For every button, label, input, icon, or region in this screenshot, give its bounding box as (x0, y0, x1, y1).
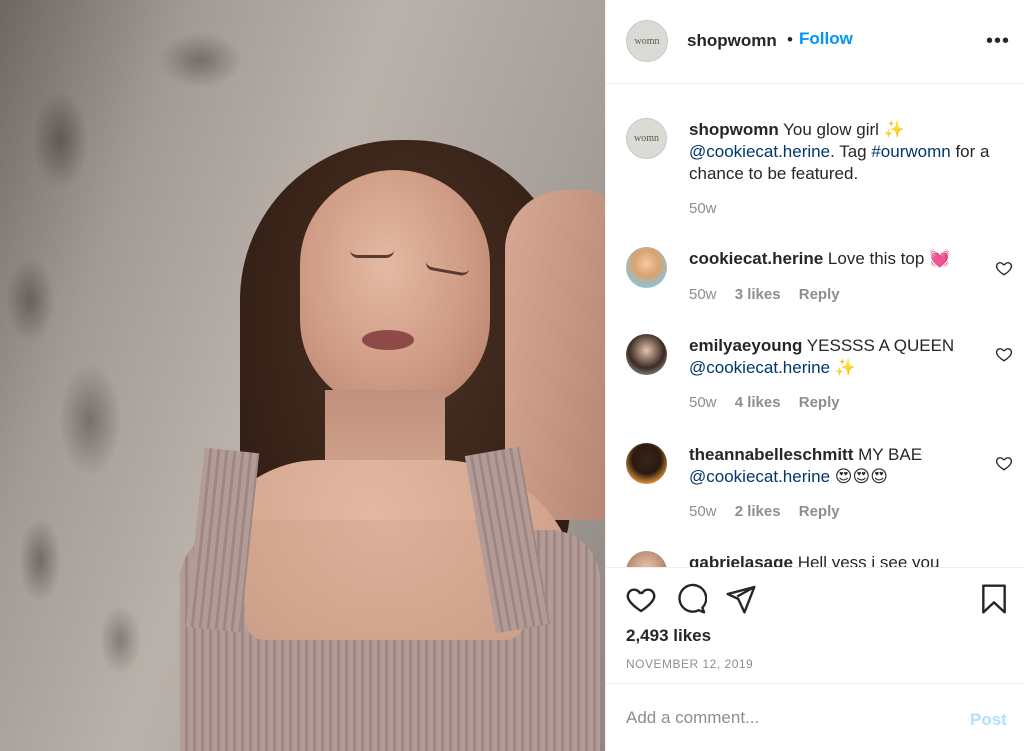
avatar-logo-text: womn (634, 35, 660, 47)
commenter-avatar[interactable] (626, 443, 667, 484)
comment-likes[interactable]: 2 likes (735, 503, 781, 520)
account-avatar[interactable]: womn (626, 20, 668, 62)
avatar-logo-text: womn (634, 133, 659, 144)
comment-meta: 50w 4 likes Reply (689, 394, 854, 411)
photo-lips (362, 330, 414, 350)
comment-text: cookiecat.herine Love this top 💓 (689, 248, 1014, 270)
comment-likes[interactable]: 3 likes (735, 286, 781, 303)
post-sidebar: womn shopwomn • Follow ••• womn shopwomn… (605, 0, 1024, 751)
comment-username[interactable]: cookiecat.herine (689, 249, 823, 268)
comment-mention[interactable]: @cookiecat.herine (689, 467, 830, 486)
reply-button[interactable]: Reply (799, 286, 840, 303)
comment-time[interactable]: 50w (689, 286, 717, 303)
post-date[interactable]: NOVEMBER 12, 2019 (626, 657, 753, 671)
commenter-avatar[interactable] (626, 334, 667, 375)
comment-body-2: ✨ (830, 358, 856, 377)
bookmark-icon[interactable] (978, 582, 1010, 616)
reply-button[interactable]: Reply (799, 503, 840, 520)
caption-body: You glow girl ✨ (783, 120, 905, 139)
heart-icon[interactable] (995, 454, 1013, 472)
post-photo[interactable] (0, 0, 605, 751)
photo-eye-left (350, 250, 394, 258)
comment-username[interactable]: gabrielasage (689, 553, 793, 567)
comment-username[interactable]: emilyaeyoung (689, 336, 802, 355)
separator-dot: • (787, 30, 793, 49)
comments-list[interactable]: womn shopwomn You glow girl ✨ @cookiecat… (606, 85, 1024, 567)
comment-time[interactable]: 50w (689, 503, 717, 520)
post-comment-button[interactable]: Post (970, 710, 1007, 730)
comment-body: MY BAE (858, 445, 923, 464)
comment-text: theannabelleschmitt MY BAE @cookiecat.he… (689, 444, 1014, 488)
commenter-avatar[interactable] (626, 551, 667, 567)
caption-avatar[interactable]: womn (626, 118, 667, 159)
heart-icon[interactable] (625, 583, 657, 615)
comment-time[interactable]: 50w (689, 394, 717, 411)
comment-text: emilyaeyoung YESSSS A QUEEN @cookiecat.h… (689, 335, 1014, 379)
add-comment-bar: Post (606, 683, 1024, 751)
likes-count[interactable]: 2,493 likes (626, 626, 711, 646)
comment-username[interactable]: theannabelleschmitt (689, 445, 853, 464)
comment-meta: 50w 2 likes Reply (689, 503, 854, 520)
comment-input[interactable] (626, 704, 946, 732)
caption-meta: 50w (689, 200, 731, 217)
comment-body: Love this top 💓 (827, 249, 951, 268)
share-icon[interactable] (725, 583, 757, 615)
comment-likes[interactable]: 4 likes (735, 394, 781, 411)
comment-icon[interactable] (675, 583, 707, 615)
heart-icon[interactable] (995, 345, 1013, 363)
comment-meta: 50w 3 likes Reply (689, 286, 854, 303)
heart-icon[interactable] (995, 259, 1013, 277)
comment-mention[interactable]: @cookiecat.herine (689, 358, 830, 377)
caption-hashtag[interactable]: #ourwomn (871, 142, 950, 161)
caption-username[interactable]: shopwomn (689, 120, 779, 139)
post-actions: 2,493 likes NOVEMBER 12, 2019 (606, 567, 1024, 683)
photo-face (300, 170, 490, 410)
post-header: womn shopwomn • Follow ••• (606, 0, 1024, 84)
ellipsis-icon[interactable]: ••• (986, 30, 1010, 53)
comment-body-2: 😍😍😍 (830, 467, 888, 486)
comment-body: Hell yess i see you (797, 553, 940, 567)
caption-mention[interactable]: @cookiecat.herine (689, 142, 830, 161)
caption-time[interactable]: 50w (689, 200, 717, 217)
comment-body: YESSSS A QUEEN (806, 336, 955, 355)
comment-text: gabrielasage Hell yess i see you (689, 552, 1014, 567)
reply-button[interactable]: Reply (799, 394, 840, 411)
commenter-avatar[interactable] (626, 247, 667, 288)
follow-button[interactable]: Follow (799, 29, 853, 49)
account-username[interactable]: shopwomn (687, 31, 777, 51)
caption-text: shopwomn You glow girl ✨ @cookiecat.heri… (689, 119, 1014, 185)
caption-body-2: . Tag (830, 142, 872, 161)
